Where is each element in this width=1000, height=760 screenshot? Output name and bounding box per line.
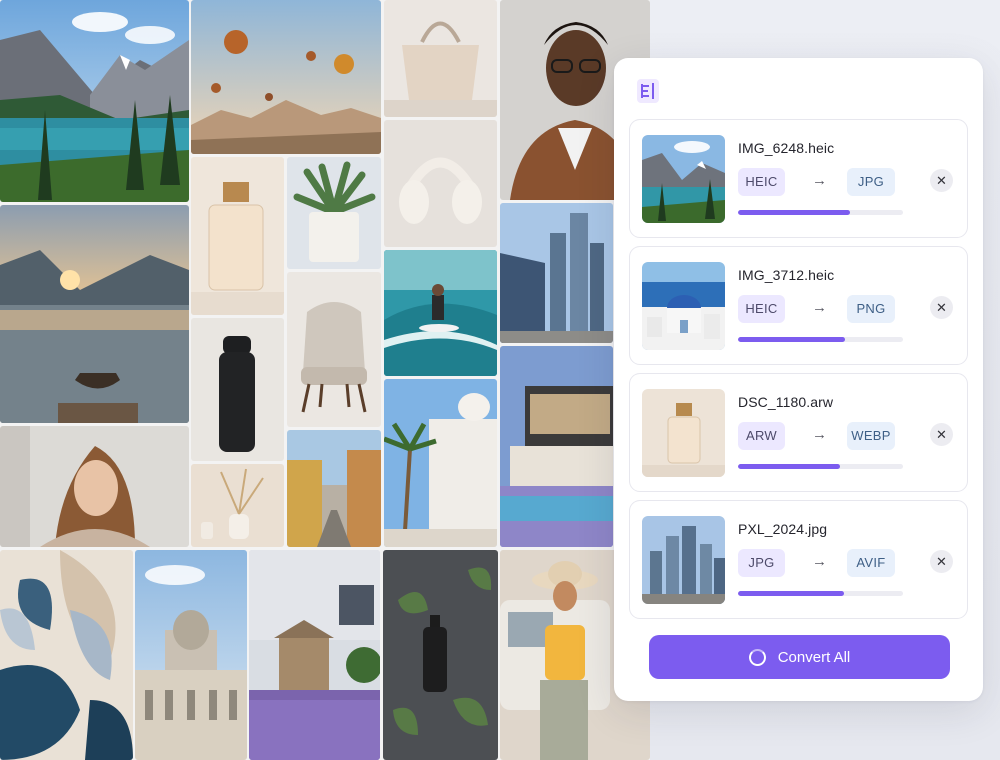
source-format-badge: HEIC bbox=[738, 295, 785, 323]
perfume-bottle-photo bbox=[191, 157, 284, 315]
conversion-progress-bar bbox=[738, 464, 903, 469]
lavender-stone-house-photo bbox=[249, 550, 380, 760]
conversion-progress-bar bbox=[738, 210, 903, 215]
abstract-leaves-art-photo bbox=[0, 550, 133, 760]
file-card: PXL_2024.jpg JPG → AVIF ✕ bbox=[629, 500, 968, 619]
loading-ring-icon bbox=[748, 648, 766, 666]
photo-gallery bbox=[0, 0, 650, 760]
file-name: DSC_1180.arw bbox=[738, 394, 834, 410]
portrait-woman-photo bbox=[0, 426, 189, 547]
mountain-lake-thumb bbox=[642, 135, 725, 223]
sunset-lake-rowboat-photo bbox=[0, 205, 189, 423]
santorini-dome-thumb bbox=[642, 262, 725, 350]
file-card: IMG_6248.heic HEIC → JPG ✕ bbox=[629, 119, 968, 238]
source-format-badge: HEIC bbox=[738, 168, 785, 196]
skyscrapers-photo bbox=[500, 203, 613, 343]
armchair-photo bbox=[287, 272, 381, 427]
perfume-bottle-thumb bbox=[642, 389, 725, 477]
conversion-progress-bar bbox=[738, 337, 903, 342]
document-lines-icon bbox=[637, 79, 659, 103]
modern-villa-pool-photo bbox=[500, 346, 613, 547]
progress-fill bbox=[738, 464, 841, 469]
convert-all-button[interactable]: Convert All bbox=[649, 635, 950, 679]
close-icon[interactable]: ✕ bbox=[930, 169, 953, 192]
target-format-badge[interactable]: AVIF bbox=[847, 549, 895, 577]
target-format-badge[interactable]: JPG bbox=[847, 168, 895, 196]
right-arrow-icon: → bbox=[812, 426, 827, 443]
surfer-photo bbox=[384, 250, 497, 376]
skyscrapers-thumb bbox=[642, 516, 725, 604]
hot-air-balloons-photo bbox=[191, 0, 381, 154]
palm-white-building-photo bbox=[384, 379, 497, 547]
domed-palace-photo bbox=[135, 550, 247, 760]
file-name: IMG_3712.heic bbox=[738, 267, 835, 283]
file-name: PXL_2024.jpg bbox=[738, 521, 828, 537]
old-town-street-photo bbox=[287, 430, 381, 547]
progress-fill bbox=[738, 591, 844, 596]
right-arrow-icon: → bbox=[812, 299, 827, 316]
close-icon[interactable]: ✕ bbox=[930, 423, 953, 446]
source-format-badge: JPG bbox=[738, 549, 785, 577]
handbag-photo bbox=[384, 0, 497, 117]
close-icon[interactable]: ✕ bbox=[930, 296, 953, 319]
progress-fill bbox=[738, 210, 851, 215]
file-card: DSC_1180.arw ARW → WEBP ✕ bbox=[629, 373, 968, 492]
conversion-progress-bar bbox=[738, 591, 903, 596]
file-name: IMG_6248.heic bbox=[738, 140, 835, 156]
water-bottle-photo bbox=[191, 318, 284, 461]
serum-bottle-leaves-photo bbox=[383, 550, 498, 760]
right-arrow-icon: → bbox=[812, 172, 827, 189]
file-card: IMG_3712.heic HEIC → PNG ✕ bbox=[629, 246, 968, 365]
headphones-photo bbox=[384, 120, 497, 247]
target-format-badge[interactable]: PNG bbox=[847, 295, 895, 323]
succulent-pot-photo bbox=[287, 157, 381, 269]
right-arrow-icon: → bbox=[812, 553, 827, 570]
source-format-badge: ARW bbox=[738, 422, 785, 450]
convert-all-label: Convert All bbox=[777, 648, 851, 666]
dried-flowers-vase-photo bbox=[191, 464, 284, 547]
close-icon[interactable]: ✕ bbox=[930, 550, 953, 573]
progress-fill bbox=[738, 337, 846, 342]
mountain-lake-photo bbox=[0, 0, 189, 202]
target-format-badge[interactable]: WEBP bbox=[847, 422, 895, 450]
converter-panel: IMG_6248.heic HEIC → JPG ✕ IMG_3712.heic… bbox=[614, 58, 983, 701]
